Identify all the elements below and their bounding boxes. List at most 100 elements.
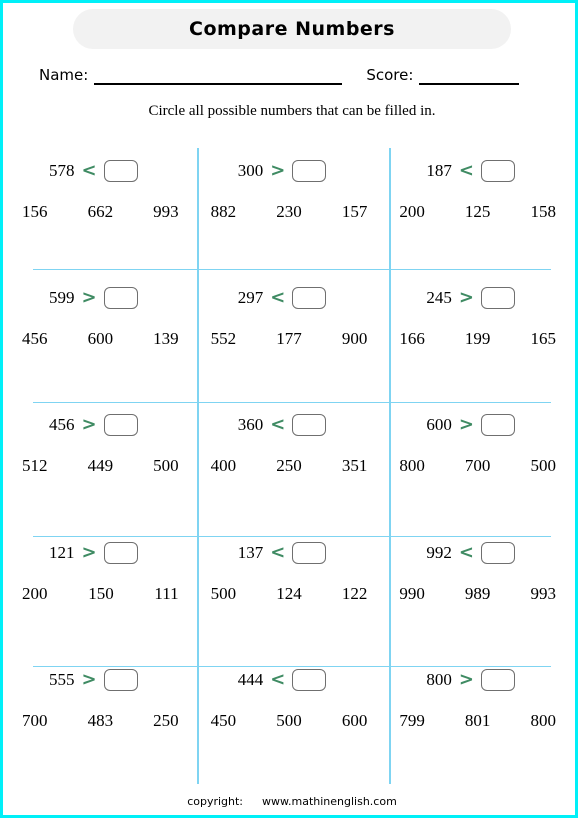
- choice-option[interactable]: 199: [465, 329, 491, 349]
- choice-option[interactable]: 200: [22, 584, 48, 604]
- comparison-left-number: 456: [49, 415, 75, 435]
- choice-option[interactable]: 124: [276, 584, 302, 604]
- comparison-left-number: 360: [237, 415, 264, 435]
- choice-option[interactable]: 250: [153, 711, 179, 731]
- choice-option[interactable]: 500: [530, 456, 556, 476]
- answer-box[interactable]: [292, 668, 327, 691]
- choice-option[interactable]: 600: [88, 329, 114, 349]
- comparison-operator: <: [270, 668, 286, 690]
- choice-option[interactable]: 700: [22, 711, 48, 731]
- choice-option[interactable]: 500: [153, 456, 179, 476]
- page-title: Compare Numbers: [189, 18, 395, 40]
- choice-option[interactable]: 552: [211, 329, 237, 349]
- choice-option[interactable]: 400: [211, 456, 237, 476]
- choice-option[interactable]: 500: [211, 584, 237, 604]
- answer-box[interactable]: [480, 287, 515, 310]
- choice-option[interactable]: 483: [88, 711, 114, 731]
- comparison-expression: 578 <: [6, 154, 195, 188]
- choice-option[interactable]: 449: [88, 456, 114, 476]
- answer-box[interactable]: [103, 541, 138, 564]
- comparison-expression: 555 >: [6, 663, 195, 697]
- choice-option[interactable]: 662: [88, 202, 114, 222]
- choice-option[interactable]: 456: [22, 329, 48, 349]
- choice-option[interactable]: 156: [22, 202, 48, 222]
- problem-cell: 456 >512 449 500: [6, 402, 195, 529]
- choice-row: 512 449 500: [6, 456, 195, 476]
- comparison-left-number: 137: [237, 542, 264, 562]
- answer-box[interactable]: [292, 541, 327, 564]
- choice-option[interactable]: 800: [530, 711, 556, 731]
- problem-cell: 245 >166 199 165: [383, 275, 572, 402]
- problem-cell: 600 >800 700 500: [383, 402, 572, 529]
- score-input-line[interactable]: [419, 65, 520, 85]
- choice-option[interactable]: 158: [530, 202, 556, 222]
- comparison-expression: 800 >: [383, 663, 572, 697]
- choice-option[interactable]: 993: [530, 584, 556, 604]
- answer-box[interactable]: [103, 668, 138, 691]
- website-url: www.mathinenglish.com: [262, 795, 397, 808]
- comparison-operator: <: [270, 541, 286, 563]
- footer: copyright: www.mathinenglish.com: [3, 795, 575, 808]
- choice-row: 882 230 157: [195, 202, 384, 222]
- comparison-operator: >: [270, 160, 286, 181]
- problem-cell: 297 <552 177 900: [195, 275, 384, 402]
- choice-option[interactable]: 800: [399, 456, 425, 476]
- comparison-operator: <: [81, 160, 97, 181]
- problem-cell: 992 <990 989 993: [383, 530, 572, 657]
- choice-option[interactable]: 600: [342, 711, 368, 731]
- choice-option[interactable]: 125: [465, 202, 491, 222]
- choice-option[interactable]: 799: [399, 711, 425, 731]
- choice-option[interactable]: 230: [276, 202, 302, 222]
- choice-option[interactable]: 250: [276, 456, 302, 476]
- choice-option[interactable]: 111: [154, 584, 178, 604]
- choice-option[interactable]: 157: [342, 202, 368, 222]
- worksheet-page: Compare Numbers Name: Score: Circle all …: [0, 0, 578, 818]
- choice-option[interactable]: 500: [276, 711, 302, 731]
- choice-option[interactable]: 512: [22, 456, 48, 476]
- answer-box[interactable]: [480, 668, 515, 691]
- comparison-left-number: 444: [237, 669, 264, 689]
- choice-option[interactable]: 200: [399, 202, 425, 222]
- problem-cell: 300 >882 230 157: [195, 148, 384, 275]
- choice-option[interactable]: 900: [342, 329, 368, 349]
- choice-option[interactable]: 990: [399, 584, 425, 604]
- answer-box[interactable]: [103, 287, 138, 310]
- choice-row: 500 124 122: [195, 584, 384, 604]
- choice-option[interactable]: 165: [530, 329, 556, 349]
- answer-box[interactable]: [103, 414, 138, 437]
- answer-box[interactable]: [480, 541, 515, 564]
- answer-box[interactable]: [292, 414, 327, 437]
- choice-row: 700 483 250: [6, 711, 195, 731]
- choice-option[interactable]: 450: [211, 711, 237, 731]
- choice-option[interactable]: 122: [342, 584, 368, 604]
- choice-option[interactable]: 166: [399, 329, 425, 349]
- comparison-left-number: 992: [426, 542, 452, 562]
- choice-row: 200 150 111: [6, 584, 195, 604]
- choice-option[interactable]: 139: [153, 329, 179, 349]
- choice-option[interactable]: 801: [465, 711, 491, 731]
- answer-box[interactable]: [292, 287, 327, 310]
- comparison-left-number: 297: [237, 288, 264, 308]
- choice-option[interactable]: 177: [276, 329, 302, 349]
- comparison-operator: <: [270, 287, 286, 309]
- score-label: Score:: [366, 66, 414, 84]
- copyright-label: copyright:: [187, 795, 244, 808]
- choice-option[interactable]: 882: [211, 202, 237, 222]
- comparison-operator: <: [458, 541, 474, 563]
- answer-box[interactable]: [103, 160, 138, 182]
- choice-option[interactable]: 150: [88, 584, 114, 604]
- title-banner: Compare Numbers: [73, 9, 511, 49]
- choice-option[interactable]: 989: [465, 584, 491, 604]
- answer-box[interactable]: [480, 160, 515, 182]
- choice-option[interactable]: 351: [342, 456, 368, 476]
- comparison-left-number: 187: [426, 161, 452, 180]
- choice-option[interactable]: 700: [465, 456, 491, 476]
- comparison-operator: >: [81, 668, 97, 690]
- answer-box[interactable]: [292, 160, 327, 182]
- choice-row: 400 250 351: [195, 456, 384, 476]
- answer-box[interactable]: [480, 414, 515, 437]
- comparison-left-number: 578: [49, 161, 75, 180]
- choice-row: 166 199 165: [383, 329, 572, 349]
- choice-option[interactable]: 993: [153, 202, 179, 222]
- name-input-line[interactable]: [94, 65, 343, 85]
